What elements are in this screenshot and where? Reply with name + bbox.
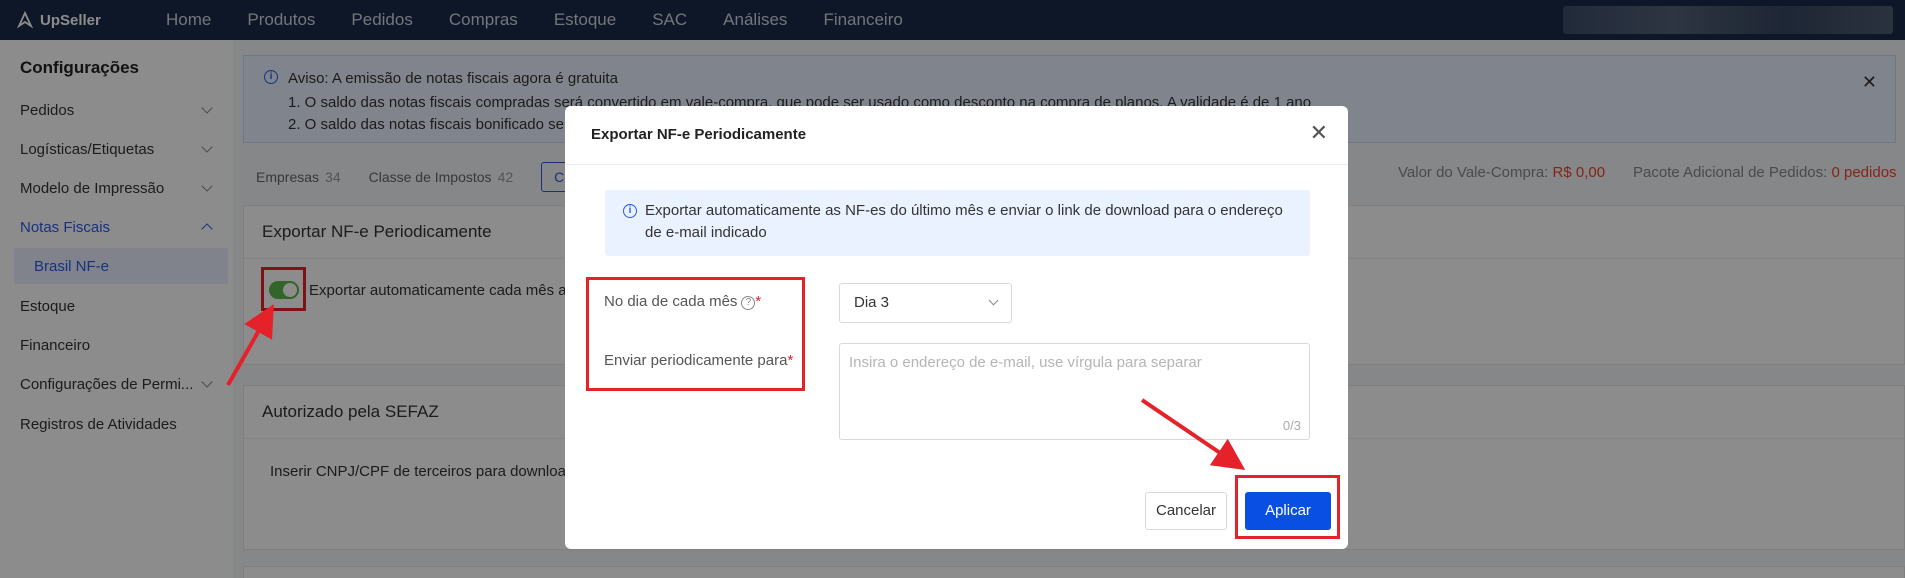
email-placeholder: Insira o endereço de e-mail, use vírgula… xyxy=(849,354,1202,371)
modal-title: Exportar NF-e Periodicamente xyxy=(591,126,807,143)
highlight-box-fields xyxy=(586,277,805,391)
email-count: 0/3 xyxy=(1282,418,1301,433)
modal-info-text: Exportar automaticamente as NF-es do últ… xyxy=(645,202,1283,241)
cancel-button[interactable]: Cancelar xyxy=(1145,492,1227,530)
modal-divider xyxy=(565,164,1348,165)
info-icon: i xyxy=(623,204,637,218)
chevron-down-icon xyxy=(988,295,999,306)
close-icon[interactable]: ✕ xyxy=(1310,120,1328,146)
day-select-value: Dia 3 xyxy=(854,294,890,311)
modal-info-banner: i Exportar automaticamente as NF-es do ú… xyxy=(605,190,1310,256)
email-textarea[interactable]: Insira o endereço de e-mail, use vírgula… xyxy=(839,343,1310,440)
day-select[interactable]: Dia 3 xyxy=(839,283,1012,323)
highlight-box-apply xyxy=(1235,475,1340,539)
